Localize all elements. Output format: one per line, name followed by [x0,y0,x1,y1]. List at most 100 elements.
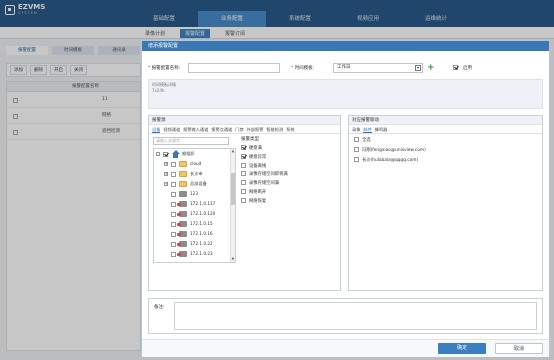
tree-node[interactable]: 172.1.0.16 [154,229,235,239]
tree-node-checkbox[interactable] [171,201,176,207]
tree-node[interactable]: 172.1.0.15 [154,219,235,229]
alarm-source-body: 请输入关键字 - 根组织 + cloud + 长沙市 + 总部设备 123 172.1.0.117… [149,134,340,291]
tab-smart-detection[interactable]: 智能检测 [266,125,283,133]
camera-icon [177,221,187,227]
tree-node[interactable]: 172.1.0.120 [154,209,235,219]
tree-node[interactable]: + cloud [154,159,235,169]
camera-icon [177,241,187,247]
tree-node[interactable]: 123 [154,189,235,199]
remark-textarea[interactable] [174,302,537,330]
name-label: * 报警配置名称: [148,66,181,71]
ok-button[interactable]: 确定 [438,343,486,354]
tab-email[interactable]: 邮件 [363,125,372,133]
scroll-down-icon[interactable]: ▼ [231,257,235,262]
folder-icon [179,181,187,187]
expand-icon[interactable]: + [164,162,168,166]
add-template-icon[interactable]: + [427,64,435,73]
tree-node-label: 123 [190,191,198,196]
add-alarm-config-dialog: 增添报警配置 * 报警配置名称: * 时间模板: 工作日 ▾ + 启用 时间模板… [141,40,550,357]
tree-node[interactable]: 172.1.0.22 [154,239,235,249]
tree-node-label: 172.1.0.120 [190,211,216,216]
alarm-type-checkbox[interactable] [241,180,246,186]
alarm-type-checkbox[interactable] [241,171,246,177]
tab-buzzer[interactable]: 蜂鸣器 [375,125,388,133]
tab-recording[interactable]: 录像 [352,125,360,133]
tree-node-label: 172.1.0.16 [190,231,213,236]
linkage-item[interactable]: 全选 [349,136,542,146]
remark-label: 备注: [154,305,165,310]
tree-node-checkbox[interactable] [171,221,176,227]
tab-alarm-point[interactable]: 报警点通道 [211,125,232,133]
tab-video-channel[interactable]: 视频通道 [163,125,180,133]
template-select[interactable]: 工作日 ▾ [333,63,423,73]
linkage-item[interactable]: 冯翔(fengxiao@unisview.com) [349,146,542,156]
alarm-type-item[interactable]: 网络恢复 [241,197,333,207]
tab-access-control[interactable]: 门禁 [235,125,243,133]
alarm-linkage-title: 对应报警联动 [349,116,542,125]
tree-node[interactable]: + 长沙市 [154,169,235,179]
alarm-type-label: 网络断开 [249,189,267,195]
linkage-checkbox[interactable] [354,147,359,152]
camera-icon [177,201,187,207]
tree-node-checkbox[interactable] [171,241,176,247]
camera-icon [177,251,187,257]
camera-icon [179,191,187,197]
alarm-type-list: 报警类型 硬盘满 硬盘异常设备离线录像存储空间即将满 录像存储空间满 网络断开网络恢复 [241,136,333,207]
name-input[interactable] [188,63,280,73]
tab-external-alarm[interactable]: 外部报警 [247,125,264,133]
tree-node-checkbox[interactable] [171,181,176,187]
alarm-type-item[interactable]: 硬盘异常 [241,153,333,163]
alarm-type-item[interactable]: 网络断开 [241,188,333,198]
tree-node-label: 长沙市 [190,171,203,176]
organization-icon [171,150,180,158]
linkage-item[interactable]: 长沙(hulabala@qqqq.com) [349,156,542,166]
alarm-type-item[interactable]: 硬盘满 [241,145,333,154]
tree-node-checkbox[interactable] [171,171,176,177]
alarm-type-checkbox[interactable] [241,188,246,194]
alarm-type-checkbox[interactable] [241,153,246,159]
device-search-input[interactable]: 请输入关键字 [153,137,229,145]
linkage-label: 全选 [362,138,371,143]
tree-node-checkbox[interactable] [171,211,176,217]
alarm-source-tabs: 设备 视频通道 报警输入通道 报警点通道 门禁 外部报警 智能检测 系统 [149,125,340,134]
config-row: * 报警配置名称: * 时间模板: 工作日 ▾ + 启用 [148,63,543,73]
camera-icon [177,211,187,217]
alarm-type-item[interactable]: 录像存储空间满 [241,180,333,189]
alarm-type-checkbox[interactable] [241,197,246,203]
tree-node-checkbox[interactable] [171,231,176,237]
alarm-type-checkbox[interactable] [241,145,246,150]
alarm-type-label: 硬盘异常 [249,154,267,160]
alarm-type-title: 报警类型 [241,137,259,142]
collapse-icon[interactable]: - [156,152,160,156]
tree-node[interactable]: 172.1.0.23 [154,249,235,259]
tree-node[interactable]: + 总部设备 [154,179,235,189]
alarm-type-label: 设备离线 [249,163,267,169]
expand-icon[interactable]: + [164,172,168,176]
alarm-type-label: 录像存储空间满 [249,181,280,187]
tree-node[interactable]: 172.1.0.117 [154,199,235,209]
scroll-thumb[interactable] [231,173,235,205]
tree-node-checkbox[interactable] [163,151,168,157]
scroll-up-icon[interactable]: ▲ [231,149,235,154]
linkage-label: 长沙(hulabala@qqqq.com) [362,158,419,163]
expand-icon[interactable]: + [164,182,168,186]
linkage-checkbox[interactable] [354,157,359,162]
alarm-type-label: 网络恢复 [249,198,267,204]
tree-scrollbar[interactable]: ▲ ▼ [230,149,235,262]
camera-icon [177,231,187,237]
tree-node-checkbox[interactable] [171,161,176,167]
enable-checkbox[interactable] [453,65,458,71]
tab-device[interactable]: 设备 [152,125,161,133]
alarm-type-label: 录像存储空间即将满 [249,172,288,178]
alarm-type-item[interactable]: 录像存储空间即将满 [241,171,333,180]
tree-node[interactable]: - 根组织 [154,149,235,159]
cancel-button[interactable]: 取消 [495,343,543,354]
tree-node-checkbox[interactable] [171,191,176,197]
tab-system[interactable]: 系统 [286,125,294,133]
linkage-checkbox[interactable] [354,137,359,142]
template-detail: 时间模板详情 7x24h [148,79,543,109]
tab-alarm-input[interactable]: 报警输入通道 [183,125,208,133]
alarm-type-checkbox[interactable] [241,162,246,168]
tree-node-checkbox[interactable] [171,251,176,257]
alarm-type-item[interactable]: 设备离线 [241,162,333,172]
